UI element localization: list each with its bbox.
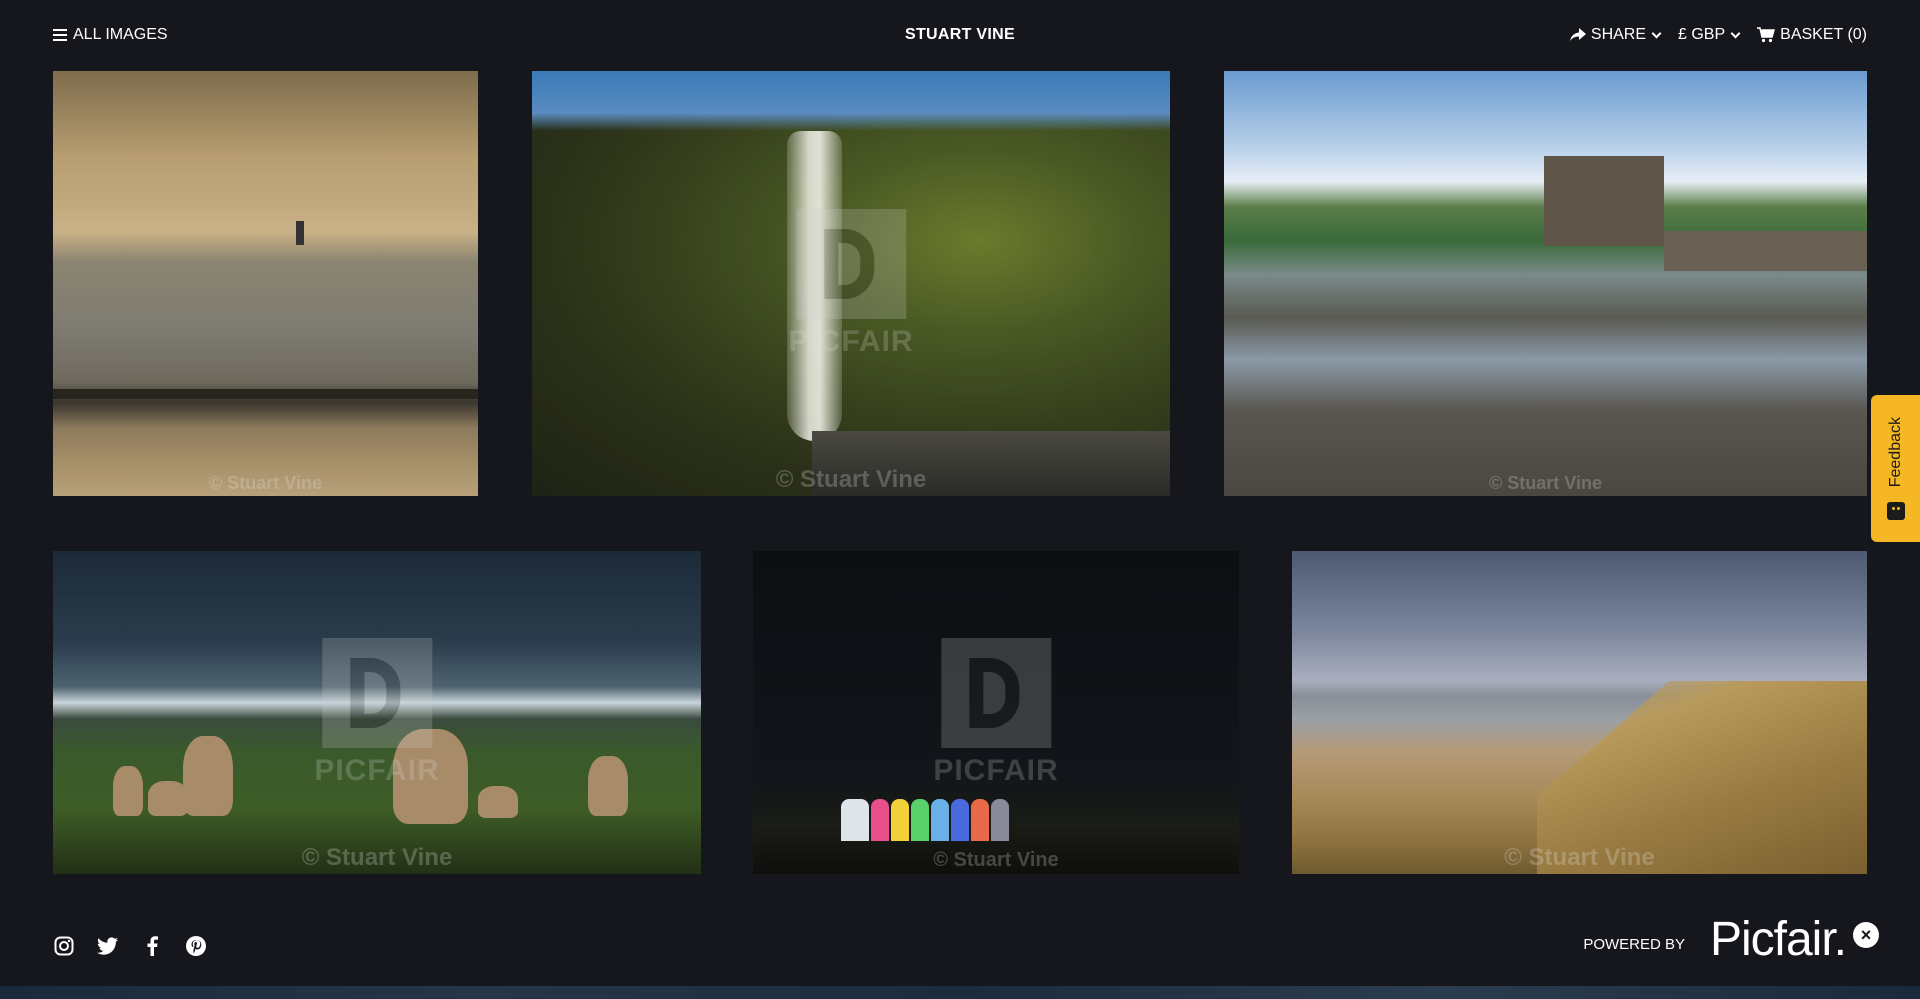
gallery-image[interactable]: © Stuart Vine xyxy=(53,71,478,496)
share-icon xyxy=(1569,28,1586,41)
currency-label: £ GBP xyxy=(1678,26,1726,43)
background-strip xyxy=(0,986,1920,999)
feedback-icon xyxy=(1886,501,1905,520)
social-links xyxy=(53,935,207,957)
gallery-image[interactable]: PICFAIR © Stuart Vine xyxy=(53,551,701,874)
image-copyright: © Stuart Vine xyxy=(933,849,1059,871)
gallery-image[interactable]: © Stuart Vine xyxy=(1292,551,1867,874)
close-icon[interactable]: × xyxy=(1853,922,1879,948)
share-label: SHARE xyxy=(1590,26,1647,43)
header-actions: SHARE £ GBP BASKET (0) xyxy=(1569,26,1867,44)
beach-huts xyxy=(841,799,1009,841)
image-copyright: © Stuart Vine xyxy=(1489,473,1602,493)
chevron-down-icon xyxy=(1730,28,1741,38)
picfair-watermark: PICFAIR xyxy=(314,637,439,788)
header: ALL IMAGES STUART VINE SHARE £ GBP BASKE… xyxy=(0,0,1920,70)
facebook-icon[interactable] xyxy=(141,935,163,957)
image-copyright: © Stuart Vine xyxy=(209,473,322,493)
gallery-image[interactable]: PICFAIR © Stuart Vine xyxy=(532,71,1170,496)
image-copyright: © Stuart Vine xyxy=(775,466,927,493)
picfair-watermark: PICFAIR xyxy=(788,208,913,359)
picfair-logo[interactable]: Picfair. xyxy=(1710,912,1847,967)
picfair-watermark: PICFAIR xyxy=(933,637,1058,788)
chevron-down-icon xyxy=(1651,28,1662,38)
currency-dropdown[interactable]: £ GBP xyxy=(1678,26,1741,44)
instagram-icon[interactable] xyxy=(53,935,75,957)
gallery-image[interactable]: PICFAIR © Stuart Vine xyxy=(753,551,1239,874)
pinterest-icon[interactable] xyxy=(185,935,207,957)
basket-button[interactable]: BASKET (0) xyxy=(1757,26,1867,44)
feedback-label: Feedback xyxy=(1886,417,1904,488)
image-copyright: © Stuart Vine xyxy=(301,844,453,871)
image-copyright: © Stuart Vine xyxy=(1504,844,1655,871)
share-dropdown[interactable]: SHARE xyxy=(1569,26,1662,44)
feedback-tab[interactable]: Feedback xyxy=(1871,395,1920,542)
cart-icon xyxy=(1757,27,1776,43)
basket-label: BASKET (0) xyxy=(1780,26,1867,43)
twitter-icon[interactable] xyxy=(97,935,119,957)
powered-by-label: POWERED BY xyxy=(1583,936,1685,953)
gallery-image[interactable]: © Stuart Vine xyxy=(1224,71,1867,496)
